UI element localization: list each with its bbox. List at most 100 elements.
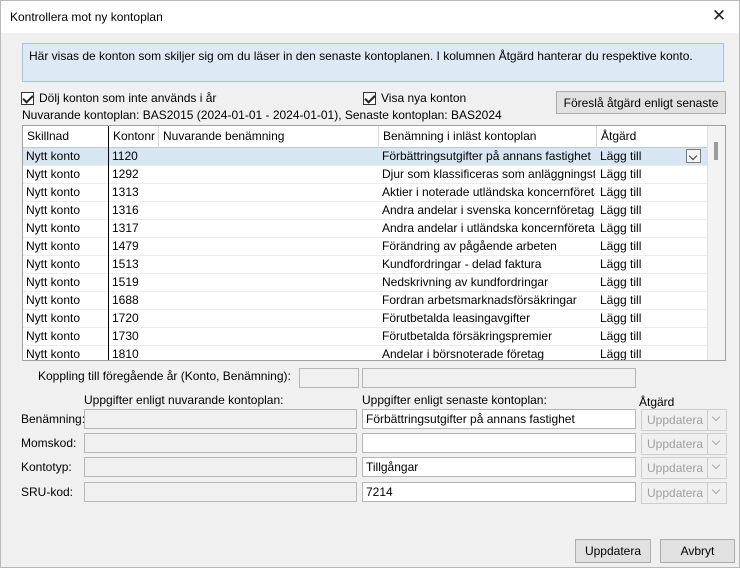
action-dropdown[interactable]: Uppdatera xyxy=(641,482,727,504)
cell-current-name xyxy=(159,310,377,328)
current-value-field[interactable] xyxy=(84,409,357,429)
cell-current-name xyxy=(159,256,377,274)
column-header-account-nr[interactable]: Kontonr xyxy=(109,126,159,148)
cell-action[interactable]: Lägg till xyxy=(597,346,687,360)
cell-new-name: Nedskrivning av kundfordringar xyxy=(382,275,549,289)
cell-current-name xyxy=(159,148,377,166)
prev-year-name-field[interactable] xyxy=(362,368,636,388)
table-row[interactable]: Nytt konto 1720 Förutbetalda leasingavgift… xyxy=(23,310,707,328)
table-row[interactable]: Nytt konto 1316 Andra andelar i svenska ko… xyxy=(23,202,707,220)
update-button[interactable]: Uppdatera xyxy=(575,539,651,563)
show-new-label: Visa nya konton xyxy=(381,91,467,105)
cell-action[interactable]: Lägg till xyxy=(597,202,687,220)
cell-new-name: Förändring av pågående arbeten xyxy=(382,239,557,253)
cell-action[interactable]: Lägg till xyxy=(597,184,687,202)
latest-value-field[interactable] xyxy=(362,433,636,453)
cell-action[interactable]: Lägg till xyxy=(597,274,687,292)
table-row[interactable]: Nytt konto 1810 Andelar i börsnoterade för… xyxy=(23,346,707,361)
grid-header: Skillnad Kontonr Nuvarande benämning Ben… xyxy=(23,126,707,148)
action-dropdown-value: Uppdatera xyxy=(647,461,704,475)
cell-action[interactable]: Lägg till xyxy=(597,220,687,238)
action-dropdown[interactable]: Uppdatera xyxy=(641,433,727,455)
column-header-diff[interactable]: Skillnad xyxy=(23,126,109,148)
cell-new-name: Andra andelar i utländska koncernföretag xyxy=(382,221,595,235)
cell-new-name: Förutbetalda leasingavgifter xyxy=(382,311,531,325)
cell-current-name xyxy=(159,184,377,202)
cell-account-nr: 1313 xyxy=(112,185,139,199)
cell-account-nr: 1513 xyxy=(112,257,139,271)
cell-new-name: Aktier i noterade utländska koncernföret… xyxy=(382,185,595,199)
cell-current-name xyxy=(159,220,377,238)
cell-current-name xyxy=(159,238,377,256)
chevron-down-icon[interactable] xyxy=(707,434,726,454)
cell-diff: Nytt konto xyxy=(26,311,81,325)
dialog-window: Kontrollera mot ny kontoplan ✕ Här visas… xyxy=(0,0,740,568)
table-row[interactable]: Nytt konto 1513 Kundfordringar - delad fak… xyxy=(23,256,707,274)
plans-text: Nuvarande kontoplan: BAS2015 (2024-01-01… xyxy=(22,108,502,122)
table-row[interactable]: Nytt konto 1519 Nedskrivning av kundfordri… xyxy=(23,274,707,292)
hide-unused-label: Dölj konton som inte används i år xyxy=(39,91,217,105)
show-new-checkbox[interactable]: Visa nya konton xyxy=(363,91,466,105)
checkbox-checked-icon xyxy=(21,91,34,105)
table-row[interactable]: Nytt konto 1120 Förbättringsutgifter på an… xyxy=(23,148,707,166)
cell-diff: Nytt konto xyxy=(26,293,81,307)
chevron-down-icon[interactable] xyxy=(686,149,701,163)
cell-diff: Nytt konto xyxy=(26,329,81,343)
column-header-new-name[interactable]: Benämning i inläst kontoplan xyxy=(379,126,597,148)
close-icon[interactable]: ✕ xyxy=(709,6,729,26)
table-row[interactable]: Nytt konto 1688 Fordran arbetsmarknadsförs… xyxy=(23,292,707,310)
action-header: Åtgärd xyxy=(639,395,675,409)
table-row[interactable]: Nytt konto 1313 Aktier i noterade utländsk… xyxy=(23,184,707,202)
grid-rows: Nytt konto 1120 Förbättringsutgifter på an… xyxy=(23,148,707,361)
table-row[interactable]: Nytt konto 1479 Förändring av pågående arb… xyxy=(23,238,707,256)
column-header-current-name[interactable]: Nuvarande benämning xyxy=(159,126,379,148)
hide-unused-checkbox[interactable]: Dölj konton som inte används i år xyxy=(21,91,216,105)
cell-account-nr: 1519 xyxy=(112,275,139,289)
chevron-down-icon[interactable] xyxy=(707,483,726,503)
latest-value-field[interactable]: 7214 xyxy=(362,482,636,502)
cell-action[interactable]: Lägg till xyxy=(597,238,687,256)
table-row[interactable]: Nytt konto 1317 Andra andelar i utländska … xyxy=(23,220,707,238)
latest-value-field[interactable]: Förbättringsutgifter på annans fastighet xyxy=(362,409,636,429)
cell-diff: Nytt konto xyxy=(26,257,81,271)
current-value-field[interactable] xyxy=(84,457,357,477)
current-value-field[interactable] xyxy=(84,433,357,453)
column-header-action[interactable]: Åtgärd xyxy=(597,126,707,148)
cell-action[interactable]: Lägg till xyxy=(597,166,687,184)
cell-current-name xyxy=(159,166,377,184)
scrollbar-thumb[interactable] xyxy=(714,142,718,160)
chevron-down-icon[interactable] xyxy=(707,410,726,430)
accounts-grid: Skillnad Kontonr Nuvarande benämning Ben… xyxy=(22,125,726,361)
action-dropdown[interactable]: Uppdatera xyxy=(641,457,727,479)
table-row[interactable]: Nytt konto 1730 Förutbetalda försäkringspr… xyxy=(23,328,707,346)
grid-vertical-scrollbar[interactable] xyxy=(707,126,725,360)
chevron-down-icon[interactable] xyxy=(707,458,726,478)
title-bar: Kontrollera mot ny kontoplan ✕ xyxy=(1,1,739,33)
action-dropdown-value: Uppdatera xyxy=(647,437,704,451)
cell-action[interactable]: Lägg till xyxy=(597,328,687,346)
prev-year-account-field[interactable] xyxy=(299,368,359,388)
current-value-field[interactable] xyxy=(84,482,357,502)
cell-action[interactable]: Lägg till xyxy=(597,310,687,328)
latest-plan-header: Uppgifter enligt senaste kontoplan: xyxy=(362,393,547,407)
action-dropdown-value: Uppdatera xyxy=(647,413,704,427)
cell-current-name xyxy=(159,328,377,346)
cell-action[interactable]: Lägg till xyxy=(597,256,687,274)
action-dropdown[interactable]: Uppdatera xyxy=(641,409,727,431)
window-title: Kontrollera mot ny kontoplan xyxy=(10,10,163,24)
latest-value-field[interactable]: Tillgångar xyxy=(362,457,636,477)
detail-label: Benämning: xyxy=(21,412,86,426)
cell-new-name: Andelar i börsnoterade företag xyxy=(382,347,545,361)
cell-new-name: Djur som klassificeras som anläggningsti… xyxy=(382,167,595,181)
table-row[interactable]: Nytt konto 1292 Djur som klassificeras som… xyxy=(23,166,707,184)
cell-diff: Nytt konto xyxy=(26,221,81,235)
cell-action[interactable]: Lägg till xyxy=(597,148,687,166)
cell-account-nr: 1479 xyxy=(112,239,139,253)
cell-new-name: Fordran arbetsmarknadsförsäkringar xyxy=(382,293,577,307)
cell-current-name xyxy=(159,346,377,360)
cell-account-nr: 1688 xyxy=(112,293,139,307)
cell-action[interactable]: Lägg till xyxy=(597,292,687,310)
cell-account-nr: 1316 xyxy=(112,203,139,217)
cancel-button[interactable]: Avbryt xyxy=(660,539,735,563)
suggest-action-button[interactable]: Föreslå åtgärd enligt senaste xyxy=(556,91,726,114)
